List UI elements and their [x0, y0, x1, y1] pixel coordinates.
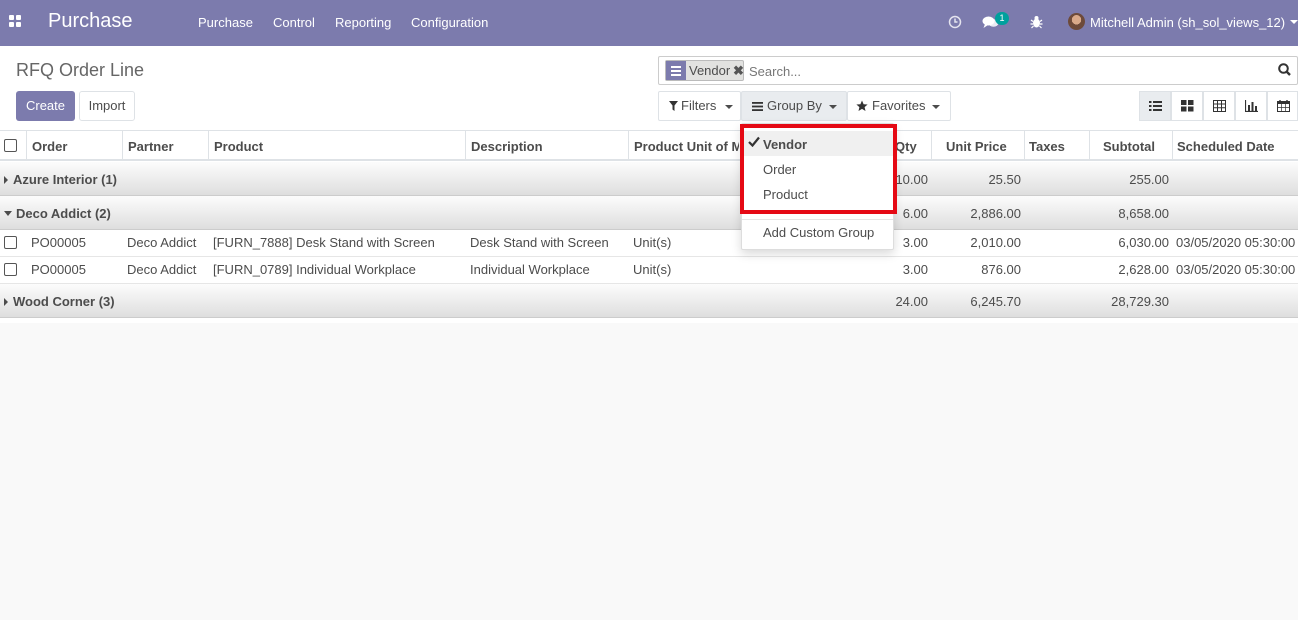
column-product[interactable]: Product [214, 139, 263, 154]
group-unit-price: 25.50 [988, 172, 1021, 187]
column-unit-price[interactable]: Unit Price [946, 139, 1007, 154]
cell-product: [FURN_7888] Desk Stand with Screen [213, 235, 435, 250]
column-order[interactable]: Order [32, 139, 67, 154]
bug-icon[interactable] [1030, 15, 1043, 29]
group-name: Wood Corner (3) [13, 294, 115, 309]
column-qty[interactable]: Qty [895, 139, 917, 154]
row-checkbox[interactable] [4, 236, 17, 249]
favorites-caret-icon [932, 105, 940, 109]
select-all-checkbox[interactable] [4, 139, 17, 152]
star-icon [856, 100, 868, 111]
favorites-label: Favorites [872, 98, 926, 113]
cell-unit-price: 876.00 [981, 262, 1021, 277]
filters-label: Filters [681, 98, 717, 113]
cell-uom: Unit(s) [633, 262, 672, 277]
cell-unit-price: 2,010.00 [970, 235, 1021, 250]
add-custom-group-label: Add Custom Group [763, 225, 875, 240]
highlight-box [740, 124, 897, 214]
column-subtotal[interactable]: Subtotal [1103, 139, 1155, 154]
apps-menu-icon[interactable] [9, 15, 23, 29]
clock-icon[interactable] [948, 15, 962, 29]
column-scheduled-date[interactable]: Scheduled Date [1177, 139, 1275, 154]
filters-caret-icon [725, 105, 733, 109]
calendar-view-button[interactable] [1267, 91, 1298, 121]
search-bar: Vendor ✖ [658, 56, 1298, 85]
groupby-caret-icon [829, 105, 837, 109]
groupby-facet-icon [666, 61, 686, 80]
favorites-button[interactable]: Favorites [847, 91, 951, 121]
bar-chart-icon [1245, 100, 1258, 112]
row-checkbox[interactable] [4, 263, 17, 276]
list-icon [1149, 101, 1162, 111]
cell-qty: 3.00 [902, 262, 928, 277]
groupby-button[interactable]: Group By [741, 91, 847, 121]
calendar-icon [1277, 100, 1290, 112]
app-brand[interactable]: Purchase [48, 10, 133, 33]
cell-product: [FURN_0789] Individual Workplace [213, 262, 416, 277]
group-name: Azure Interior (1) [13, 172, 118, 187]
cell-uom: Unit(s) [633, 235, 672, 250]
filters-button[interactable]: Filters [658, 91, 741, 121]
messages-badge: 1 [995, 12, 1009, 25]
group-row-azure-interior[interactable]: Azure Interior (1) 10.00 25.50 255.00 [0, 162, 1298, 196]
table-row[interactable]: PO00005 Deco Addict [FURN_0789] Individu… [0, 257, 1298, 284]
cell-partner: Deco Addict [127, 235, 197, 250]
group-subtotal: 8,658.00 [1118, 206, 1169, 221]
avatar[interactable] [1068, 13, 1085, 30]
cell-description: Individual Workplace [470, 262, 590, 277]
kanban-icon [1181, 100, 1194, 112]
facet-label: Vendor [689, 63, 731, 78]
user-caret-icon[interactable] [1290, 20, 1298, 24]
menu-reporting[interactable]: Reporting [335, 15, 391, 30]
group-unit-price: 6,245.70 [970, 294, 1021, 309]
cell-order: PO00005 [31, 262, 86, 277]
column-uom[interactable]: Product Unit of M [634, 139, 739, 154]
bars-icon [752, 102, 763, 111]
cell-order: PO00005 [31, 235, 86, 250]
cell-scheduled-date: 03/05/2020 05:30:00 [1176, 235, 1296, 250]
cell-subtotal: 6,030.00 [1118, 235, 1169, 250]
list-view-button[interactable] [1139, 91, 1171, 121]
group-subtotal: 28,729.30 [1111, 294, 1169, 309]
list-view: Order Partner Product Description Produc… [0, 131, 1298, 323]
group-subtotal: 255.00 [1129, 172, 1169, 187]
group-row-wood-corner[interactable]: Wood Corner (3) 24.00 6,245.70 28,729.30 [0, 284, 1298, 318]
control-panel: RFQ Order Line Create Import Vendor ✖ Fi… [0, 46, 1298, 131]
cell-subtotal: 2,628.00 [1118, 262, 1169, 277]
top-navbar: Purchase Purchase Control Reporting Conf… [0, 0, 1298, 46]
cell-description: Desk Stand with Screen [470, 235, 609, 250]
create-button[interactable]: Create [16, 91, 75, 121]
menu-purchase[interactable]: Purchase [198, 15, 253, 30]
search-icon[interactable] [1278, 63, 1291, 76]
pivot-view-button[interactable] [1203, 91, 1235, 121]
add-custom-group-button[interactable]: Add Custom Group [742, 219, 893, 244]
caret-right-icon [4, 176, 8, 184]
caret-down-icon [4, 211, 12, 216]
table-row[interactable]: PO00005 Deco Addict [FURN_7888] Desk Sta… [0, 230, 1298, 257]
group-unit-price: 2,886.00 [970, 206, 1021, 221]
group-qty: 24.00 [895, 294, 928, 309]
cell-scheduled-date: 03/05/2020 05:30:00 [1176, 262, 1296, 277]
group-name: Deco Addict (2) [16, 206, 111, 221]
table-header: Order Partner Product Description Produc… [0, 131, 1298, 161]
caret-right-icon [4, 298, 8, 306]
search-facet-vendor[interactable]: Vendor ✖ [665, 60, 744, 81]
filter-icon [669, 101, 678, 111]
graph-view-button[interactable] [1235, 91, 1267, 121]
groupby-label: Group By [767, 98, 822, 113]
column-description[interactable]: Description [471, 139, 543, 154]
kanban-view-button[interactable] [1171, 91, 1203, 121]
breadcrumb: RFQ Order Line [16, 60, 145, 80]
menu-configuration[interactable]: Configuration [411, 15, 488, 30]
cell-partner: Deco Addict [127, 262, 197, 277]
user-menu[interactable]: Mitchell Admin (sh_sol_views_12) [1090, 15, 1285, 30]
group-row-deco-addict[interactable]: Deco Addict (2) 6.00 2,886.00 8,658.00 [0, 196, 1298, 230]
column-taxes[interactable]: Taxes [1029, 139, 1065, 154]
import-button[interactable]: Import [79, 91, 135, 121]
column-partner[interactable]: Partner [128, 139, 174, 154]
menu-control[interactable]: Control [273, 15, 315, 30]
search-input[interactable] [749, 61, 1249, 81]
table-icon [1213, 100, 1226, 112]
facet-close-icon[interactable]: ✖ [733, 63, 744, 79]
